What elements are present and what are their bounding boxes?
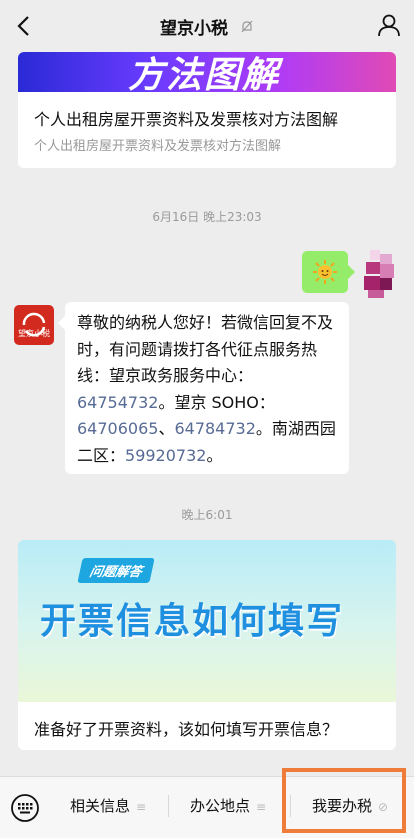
page-title: 望京小税 [0, 14, 414, 39]
article-card-2[interactable]: 问题解答 开票信息如何填写 准备好了开票资料，该如何填写开票信息？ [18, 540, 396, 750]
article-card-1[interactable]: 方法图解 个人出租房屋开票资料及发票核对方法图解 个人出租房屋开票资料及发票核对… [18, 52, 396, 168]
article-1-title: 个人出租房屋开票资料及发票核对方法图解 [34, 110, 339, 129]
submenu-lines-icon: ≡ [136, 800, 147, 814]
mute-bell-icon [240, 19, 254, 39]
submenu-lines-icon: ≡ [256, 800, 267, 814]
logo-icon [22, 312, 46, 337]
person-icon [378, 14, 400, 37]
timestamp-2: 晚上6:01 [181, 508, 233, 522]
menu-item-related-info[interactable]: 相关信息 ≡ [70, 795, 146, 816]
sun-emoji-icon [313, 260, 337, 284]
highlight-box [282, 768, 406, 833]
menu-divider [168, 795, 169, 817]
official-account-profile-button[interactable] [376, 12, 402, 38]
menu-item-office-location[interactable]: 办公地点 ≡ [190, 795, 266, 816]
message-intro: 尊敬的纳税人您好！若微信回复不及时，有问题请拨打各代征点服务热线：望京政务服务中… [77, 313, 334, 385]
phone-link-4[interactable]: 59920732 [125, 446, 206, 465]
menu-label-1: 相关信息 [70, 797, 131, 815]
phone-link-2[interactable]: 64706065 [77, 419, 158, 438]
article-banner-1: 方法图解 [18, 52, 396, 96]
user-avatar[interactable] [360, 250, 400, 298]
timestamp-1: 6月16日 晚上23:03 [152, 210, 262, 224]
keyboard-toggle-button[interactable] [10, 793, 40, 823]
phone-link-3[interactable]: 64784732 [174, 419, 255, 438]
message-text-2: 。望京 SOHO： [158, 392, 275, 412]
title-text: 望京小税 [160, 19, 229, 39]
article-banner-2: 问题解答 开票信息如何填写 [18, 540, 396, 702]
banner-1-text: 方法图解 [128, 55, 281, 96]
article-1-subtitle: 个人出租房屋开票资料及发票核对方法图解 [34, 139, 282, 154]
avatar-label: 望京小税 [18, 329, 50, 338]
message-text-5: 。 [206, 445, 223, 465]
official-account-avatar[interactable]: 望京小税 [14, 305, 54, 345]
keyboard-icon [11, 794, 39, 822]
user-emoji-message[interactable] [302, 251, 355, 293]
banner-2-tag: 问题解答 [77, 558, 155, 583]
message-text: 尊敬的纳税人您好！若微信回复不及时，有问题请拨打各代征点服务热线：望京政务服务中… [77, 310, 343, 469]
phone-link-1[interactable]: 64754732 [77, 393, 158, 412]
menu-label-2: 办公地点 [190, 797, 251, 815]
top-bar: 望京小税 [0, 0, 414, 52]
message-text-3: 、 [158, 419, 175, 438]
banner-2-title: 开票信息如何填写 [40, 601, 345, 642]
official-account-message[interactable]: 尊敬的纳税人您好！若微信回复不及时，有问题请拨打各代征点服务热线：望京政务服务中… [58, 302, 349, 474]
article-2-caption: 准备好了开票资料，该如何填写开票信息？ [34, 720, 339, 739]
